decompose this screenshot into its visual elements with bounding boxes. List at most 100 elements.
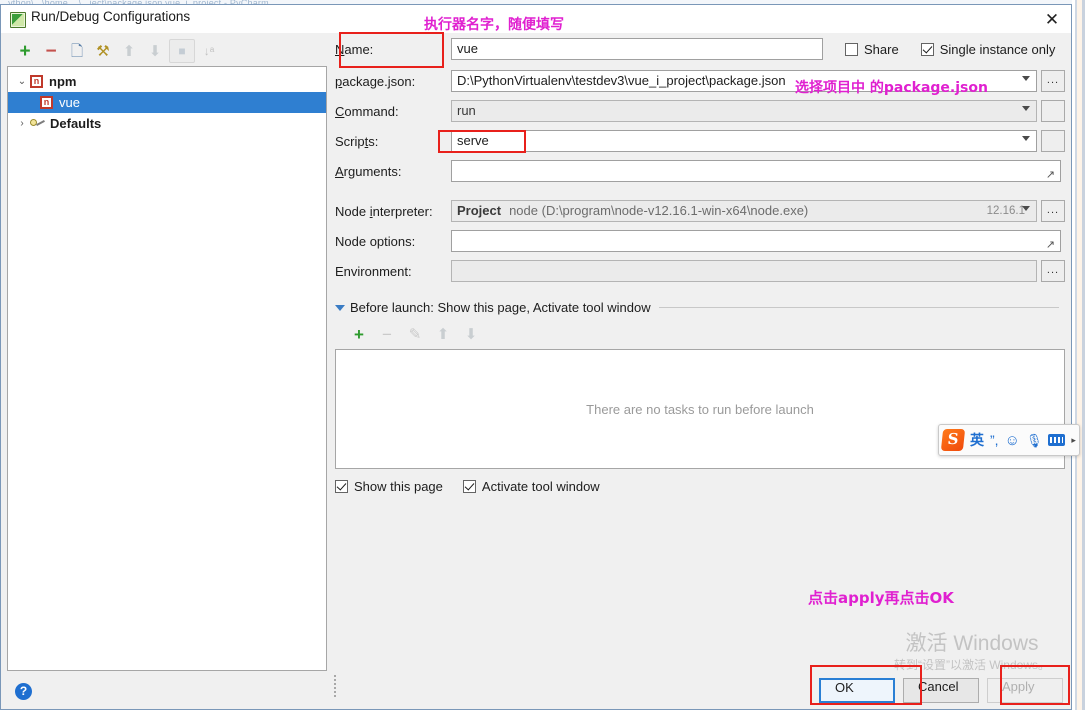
scripts-value: serve <box>457 133 489 148</box>
add-task-button[interactable]: + <box>347 323 371 345</box>
ime-more-icon[interactable]: ▸ <box>1071 435 1076 445</box>
arguments-label: Arguments: <box>335 163 402 179</box>
tree-node-vue[interactable]: n vue <box>8 92 326 113</box>
annotation-package-note: 选择项目中 的package.json <box>795 80 988 96</box>
scripts-spacer <box>1041 130 1065 152</box>
dialog-buttons: OK Cancel Apply <box>819 678 1063 703</box>
remove-configuration-button[interactable]: − <box>39 40 63 62</box>
before-launch-toolbar: + − ✎ ⬆ ⬇ <box>335 321 1065 347</box>
before-launch-options: Show this page Activate tool window <box>335 479 1065 494</box>
tree-node-npm[interactable]: ⌄ n npm <box>8 71 326 92</box>
annotation-apply-note: 点击apply再点击OK <box>808 589 954 607</box>
apply-button[interactable]: Apply <box>987 678 1063 703</box>
chevron-down-icon[interactable]: ⌄ <box>14 76 30 87</box>
npm-icon: n <box>40 96 53 109</box>
chevron-right-icon[interactable]: › <box>14 118 30 129</box>
behind-window-right-filler <box>1072 0 1075 710</box>
show-this-page-label: Show this page <box>354 479 443 494</box>
activate-tool-window-checkbox[interactable]: Activate tool window <box>462 479 600 494</box>
arguments-row: Arguments: ↗ <box>335 160 1065 182</box>
chevron-down-icon[interactable] <box>1022 206 1030 211</box>
command-combo[interactable]: run <box>451 100 1037 122</box>
sogou-logo-icon[interactable]: S <box>940 429 966 451</box>
single-instance-checkbox-box[interactable] <box>920 42 934 56</box>
environment-browse-button[interactable]: ... <box>1041 260 1065 282</box>
node-interpreter-path: node (D:\program\node-v12.16.1-win-x64\n… <box>509 203 809 218</box>
behind-window-right-edge <box>1075 0 1085 710</box>
single-instance-only-checkbox[interactable]: Single instance only <box>920 41 1056 57</box>
move-task-down-button[interactable]: ⬇ <box>459 323 483 345</box>
scripts-label: Scripts: <box>335 133 379 149</box>
share-checkbox[interactable]: Share <box>845 42 899 57</box>
copy-configuration-button[interactable]: 🗋 <box>65 40 89 62</box>
node-options-input[interactable]: ↗ <box>451 230 1061 252</box>
configurations-tree[interactable]: ⌄ n npm n vue › Defaults <box>7 66 327 671</box>
chevron-down-icon[interactable] <box>1022 136 1030 141</box>
help-button[interactable]: ? <box>15 683 32 700</box>
arguments-input[interactable]: ↗ <box>451 160 1061 182</box>
sogou-ime-toolbar[interactable]: S 英 ”, ☺ 🎙 ▸ <box>938 424 1080 456</box>
collapse-triangle-icon[interactable] <box>335 304 345 311</box>
remove-task-button[interactable]: − <box>375 323 399 345</box>
npm-icon: n <box>30 75 43 88</box>
node-options-row: Node options: ↗ <box>335 230 1065 252</box>
tree-node-defaults[interactable]: › Defaults <box>8 113 326 134</box>
add-configuration-button[interactable]: + <box>13 40 37 62</box>
drag-grip[interactable] <box>333 673 339 697</box>
chevron-down-icon[interactable] <box>1022 106 1030 111</box>
show-this-page-checkbox[interactable]: Show this page <box>335 479 443 494</box>
ok-button[interactable]: OK <box>819 678 895 703</box>
chevron-down-icon[interactable] <box>1022 76 1030 81</box>
configuration-form: Name: vue Share Single instance only pac… <box>334 38 1065 697</box>
expand-editor-icon[interactable]: ↗ <box>1046 235 1055 251</box>
share-label: Share <box>864 41 899 57</box>
cancel-button[interactable]: Cancel <box>903 678 979 703</box>
show-this-page-checkbox-box[interactable] <box>335 480 348 493</box>
configurations-tree-pane: + − 🗋 ⚒ ⬆ ⬇ ■ ↓ᵃ ⌄ n npm n vue › Default… <box>7 38 327 673</box>
node-interpreter-scope: Project <box>457 203 502 218</box>
move-down-button[interactable]: ⬇ <box>143 40 167 62</box>
package-json-label: package.json: <box>335 73 416 89</box>
annotation-name-note: 执行器名字，随便填写 <box>424 17 564 33</box>
share-checkbox-box[interactable] <box>845 42 858 56</box>
tree-node-label: Defaults <box>50 116 102 131</box>
defaults-icon <box>30 117 45 130</box>
tree-toolbar: + − 🗋 ⚒ ⬆ ⬇ ■ ↓ᵃ <box>7 38 327 64</box>
ime-mode-toggle[interactable]: 英 <box>970 433 984 447</box>
sort-configurations-button[interactable]: ↓ᵃ <box>197 40 221 62</box>
keyboard-icon[interactable] <box>1048 434 1066 446</box>
before-launch-header[interactable]: Before launch: Show this page, Activate … <box>335 300 1065 315</box>
name-input[interactable]: vue <box>451 38 823 60</box>
move-task-up-button[interactable]: ⬆ <box>431 323 455 345</box>
edit-task-button[interactable]: ✎ <box>403 323 427 345</box>
edit-templates-button[interactable]: ⚒ <box>91 40 115 62</box>
move-up-button[interactable]: ⬆ <box>117 40 141 62</box>
microphone-icon[interactable]: 🎙 <box>1026 434 1043 447</box>
package-json-value: D:\PythonVirtualenv\testdev3\vue_i_proje… <box>457 73 786 88</box>
node-interpreter-version: 12.16.1 <box>986 205 1025 217</box>
activate-tool-window-checkbox-box[interactable] <box>462 480 476 493</box>
command-spacer <box>1041 100 1065 122</box>
environment-label: Environment: <box>335 263 412 279</box>
node-interpreter-row: Node interpreter: Project node (D:\progr… <box>335 200 1065 222</box>
before-launch-title: Before launch: Show this page, Activate … <box>350 300 651 315</box>
command-row: Command: run <box>335 100 1065 122</box>
package-json-browse-button[interactable]: ... <box>1041 70 1065 92</box>
tree-node-label: npm <box>49 74 77 89</box>
single-instance-label: Single instance only <box>939 41 1056 57</box>
scripts-combo[interactable]: serve <box>451 130 1037 152</box>
node-interpreter-browse-button[interactable]: ... <box>1041 200 1065 222</box>
close-icon[interactable]: ✕ <box>1039 9 1065 31</box>
ime-punctuation-toggle[interactable]: ”, <box>990 433 999 447</box>
emoji-icon[interactable]: ☺ <box>1005 433 1020 448</box>
name-row: Name: vue Share Single instance only <box>335 38 1065 60</box>
name-label: Name: <box>335 41 374 57</box>
node-interpreter-combo[interactable]: Project node (D:\program\node-v12.16.1-w… <box>451 200 1037 222</box>
move-into-folder-button[interactable]: ■ <box>169 39 195 63</box>
environment-input[interactable] <box>451 260 1037 282</box>
command-label: Command: <box>335 103 399 119</box>
node-options-label: Node options: <box>335 233 416 249</box>
environment-row: Environment: ... <box>335 260 1065 282</box>
dialog-title: Run/Debug Configurations <box>31 9 191 24</box>
expand-editor-icon[interactable]: ↗ <box>1046 165 1055 181</box>
